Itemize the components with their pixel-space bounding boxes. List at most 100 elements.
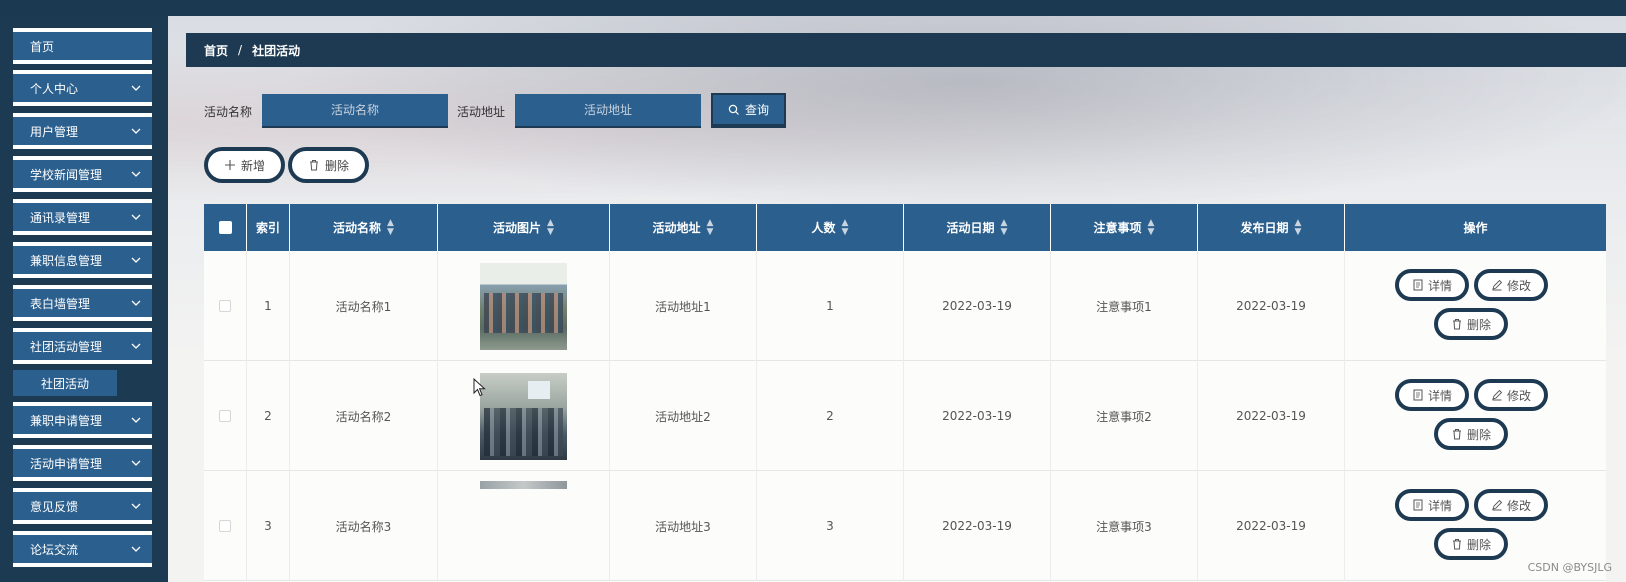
cell-count: 2 bbox=[757, 361, 904, 471]
add-button[interactable]: 新增 bbox=[204, 147, 285, 183]
table-row: 3 活动名称3 活动地址3 3 2022-03-19 注意事项3 2022-03… bbox=[204, 471, 1606, 581]
sidebar-item-home[interactable]: 首页 bbox=[13, 28, 152, 64]
header-activity-address[interactable]: 活动地址 ▲ ▼ bbox=[610, 204, 757, 251]
cell-notes: 注意事项3 bbox=[1051, 471, 1198, 581]
sidebar-subitem-club-activity[interactable]: 社团活动 bbox=[13, 370, 117, 396]
activity-image[interactable] bbox=[480, 262, 567, 350]
sidebar-item-label: 首页 bbox=[30, 39, 55, 54]
breadcrumb-home[interactable]: 首页 bbox=[204, 42, 228, 59]
edit-button-label: 修改 bbox=[1506, 498, 1531, 513]
chevron-down-icon bbox=[131, 85, 141, 91]
detail-button-label: 详情 bbox=[1427, 498, 1452, 513]
cell-index: 2 bbox=[247, 361, 290, 471]
header-label: 活动名称 bbox=[333, 221, 382, 235]
cell-activity-name: 活动名称2 bbox=[290, 361, 438, 471]
batch-delete-button[interactable]: 删除 bbox=[288, 147, 369, 183]
edit-button[interactable]: 修改 bbox=[1474, 379, 1548, 411]
sort-icon[interactable]: ▲ ▼ bbox=[1148, 218, 1155, 237]
detail-button[interactable]: 详情 bbox=[1395, 269, 1469, 301]
detail-button-label: 详情 bbox=[1427, 278, 1452, 293]
document-icon bbox=[1413, 279, 1423, 291]
activity-image[interactable] bbox=[480, 481, 567, 489]
header-activity-image[interactable]: 活动图片 ▲ ▼ bbox=[438, 204, 610, 251]
cell-activity-date: 2022-03-19 bbox=[904, 361, 1051, 471]
edit-button[interactable]: 修改 bbox=[1474, 489, 1548, 521]
delete-button-label: 删除 bbox=[1466, 317, 1491, 332]
header-label: 操作 bbox=[1463, 221, 1488, 235]
cell-count: 1 bbox=[757, 251, 904, 361]
cell-activity-name: 活动名称3 bbox=[290, 471, 438, 581]
sort-icon[interactable]: ▲ ▼ bbox=[547, 218, 554, 237]
add-button-label: 新增 bbox=[240, 158, 265, 173]
cell-actions: 详情 修改 删除 bbox=[1345, 251, 1606, 361]
cell-activity-image bbox=[438, 251, 610, 361]
sidebar-item-label: 个人中心 bbox=[30, 81, 79, 96]
delete-button[interactable]: 删除 bbox=[1434, 308, 1508, 340]
sidebar-item-activity-applications[interactable]: 活动申请管理 bbox=[13, 445, 152, 481]
sidebar-item-contacts[interactable]: 通讯录管理 bbox=[13, 199, 152, 235]
header-label: 发布日期 bbox=[1240, 221, 1289, 235]
row-checkbox[interactable] bbox=[219, 410, 231, 422]
top-bar bbox=[0, 0, 1626, 16]
search-icon bbox=[728, 104, 739, 115]
activity-address-input[interactable] bbox=[515, 94, 701, 128]
breadcrumb-current: 社团活动 bbox=[252, 43, 301, 58]
table-row: 1 活动名称1 活动地址1 1 2022-03-19 注意事项1 2022-03… bbox=[204, 251, 1606, 361]
sidebar-item-label: 社团活动管理 bbox=[30, 339, 103, 354]
trash-icon bbox=[309, 160, 318, 171]
sort-icon[interactable]: ▲ ▼ bbox=[1001, 218, 1008, 237]
edit-button-label: 修改 bbox=[1506, 388, 1531, 403]
sort-icon[interactable]: ▲ ▼ bbox=[707, 218, 714, 237]
header-publish-date[interactable]: 发布日期 ▲ ▼ bbox=[1198, 204, 1345, 251]
header-select-all[interactable] bbox=[204, 204, 247, 251]
sidebar-item-job-applications[interactable]: 兼职申请管理 bbox=[13, 402, 152, 438]
table-header: 索引 活动名称 ▲ ▼ 活动图片 ▲ ▼ 活动地址 ▲ ▼ 人数 ▲ ▼ 活动日期 ▲ ▼ 注意事项… bbox=[204, 204, 1606, 251]
query-button[interactable]: 查询 bbox=[711, 93, 786, 128]
sidebar-item-label: 兼职信息管理 bbox=[30, 253, 103, 268]
delete-button[interactable]: 删除 bbox=[1434, 528, 1508, 560]
sidebar-item-club-activities[interactable]: 社团活动管理 bbox=[13, 328, 152, 364]
query-button-label: 查询 bbox=[744, 103, 769, 117]
sort-icon[interactable]: ▲ ▼ bbox=[1295, 218, 1302, 237]
sidebar-item-feedback[interactable]: 意见反馈 bbox=[13, 488, 152, 524]
sidebar-item-users[interactable]: 用户管理 bbox=[13, 113, 152, 149]
delete-button[interactable]: 删除 bbox=[1434, 418, 1508, 450]
detail-button[interactable]: 详情 bbox=[1395, 489, 1469, 521]
sidebar-item-confession-wall[interactable]: 表白墙管理 bbox=[13, 285, 152, 321]
header-label: 索引 bbox=[255, 221, 280, 235]
cell-activity-image bbox=[438, 361, 610, 471]
header-activity-date[interactable]: 活动日期 ▲ ▼ bbox=[904, 204, 1051, 251]
sort-icon[interactable]: ▲ ▼ bbox=[387, 218, 394, 237]
sidebar-item-part-time[interactable]: 兼职信息管理 bbox=[13, 242, 152, 278]
header-notes[interactable]: 注意事项 ▲ ▼ bbox=[1051, 204, 1198, 251]
sidebar-item-forum[interactable]: 论坛交流 bbox=[13, 531, 152, 567]
mouse-cursor-icon bbox=[473, 378, 486, 397]
detail-button[interactable]: 详情 bbox=[1395, 379, 1469, 411]
edit-button[interactable]: 修改 bbox=[1474, 269, 1548, 301]
activity-table: 索引 活动名称 ▲ ▼ 活动图片 ▲ ▼ 活动地址 ▲ ▼ 人数 ▲ ▼ 活动日期 ▲ ▼ 注意事项… bbox=[204, 204, 1606, 582]
header-count[interactable]: 人数 ▲ ▼ bbox=[757, 204, 904, 251]
pencil-icon bbox=[1492, 389, 1503, 401]
sidebar: 首页 个人中心 用户管理 学校新闻管理 通讯录管理 兼职信息管理 表白墙管理 社… bbox=[0, 16, 168, 582]
select-all-checkbox[interactable] bbox=[218, 221, 232, 234]
header-label: 活动地址 bbox=[652, 221, 701, 235]
chevron-down-icon bbox=[131, 546, 141, 552]
activity-name-input[interactable] bbox=[262, 94, 448, 128]
document-icon bbox=[1413, 389, 1423, 401]
header-activity-name[interactable]: 活动名称 ▲ ▼ bbox=[290, 204, 438, 251]
activity-image[interactable] bbox=[480, 372, 567, 460]
sidebar-item-label: 意见反馈 bbox=[30, 499, 79, 514]
row-checkbox[interactable] bbox=[219, 520, 231, 532]
chevron-down-icon bbox=[131, 128, 141, 134]
sidebar-item-profile[interactable]: 个人中心 bbox=[13, 70, 152, 106]
cell-publish-date: 2022-03-19 bbox=[1198, 251, 1345, 361]
sort-icon[interactable]: ▲ ▼ bbox=[842, 218, 849, 237]
row-checkbox[interactable] bbox=[219, 300, 231, 312]
watermark: CSDN @BYSJLG bbox=[1527, 561, 1612, 574]
sidebar-item-school-news[interactable]: 学校新闻管理 bbox=[13, 156, 152, 192]
header-label: 活动日期 bbox=[946, 221, 995, 235]
document-icon bbox=[1413, 499, 1423, 511]
sidebar-item-label: 用户管理 bbox=[30, 124, 79, 139]
cell-activity-address: 活动地址3 bbox=[610, 471, 757, 581]
sidebar-subitem-label: 社团活动 bbox=[41, 376, 90, 391]
